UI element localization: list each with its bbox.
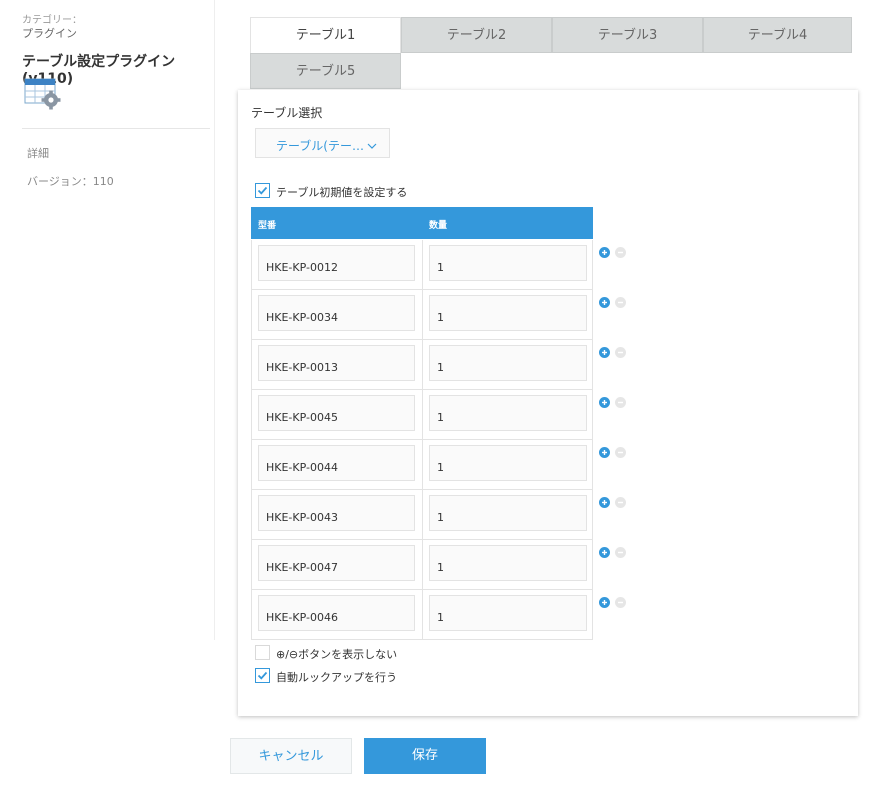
remove-row-icon[interactable] bbox=[615, 447, 626, 458]
init-values-label: テーブル初期値を設定する bbox=[276, 186, 408, 199]
category-label: カテゴリー： bbox=[22, 15, 82, 26]
sidebar-divider bbox=[22, 128, 210, 129]
part-number-input[interactable]: HKE-KP-0044 bbox=[258, 445, 415, 481]
auto-lookup-label: 自動ルックアップを行う bbox=[276, 671, 397, 684]
add-row-icon[interactable] bbox=[599, 347, 610, 358]
quantity-input[interactable]: 1 bbox=[429, 395, 587, 431]
remove-row-icon[interactable] bbox=[615, 547, 626, 558]
quantity-input[interactable]: 1 bbox=[429, 495, 587, 531]
checkbox-checked-icon bbox=[255, 183, 270, 198]
chevron-down-icon bbox=[367, 139, 377, 153]
tab-table3[interactable]: テーブル3 bbox=[552, 17, 703, 53]
version-label: バージョン：110 bbox=[27, 175, 114, 188]
tab-table5[interactable]: テーブル5 bbox=[250, 53, 401, 89]
cancel-button[interactable]: キャンセル bbox=[230, 738, 352, 774]
tab-table4[interactable]: テーブル4 bbox=[703, 17, 852, 53]
part-number-input[interactable]: HKE-KP-0012 bbox=[258, 245, 415, 281]
cell-divider bbox=[422, 540, 423, 589]
quantity-input[interactable]: 1 bbox=[429, 595, 587, 631]
remove-row-icon[interactable] bbox=[615, 247, 626, 258]
cell-divider bbox=[422, 390, 423, 439]
part-number-input[interactable]: HKE-KP-0046 bbox=[258, 595, 415, 631]
table-select-value: テーブル(テー… bbox=[276, 139, 364, 153]
quantity-input[interactable]: 1 bbox=[429, 245, 587, 281]
table-select-dropdown[interactable]: テーブル(テー… bbox=[255, 128, 390, 158]
table-select-title: テーブル選択 bbox=[251, 106, 323, 120]
add-row-icon[interactable] bbox=[599, 297, 610, 308]
category-value: プラグイン bbox=[22, 27, 77, 40]
checkbox-checked-icon bbox=[255, 668, 270, 683]
part-number-input[interactable]: HKE-KP-0013 bbox=[258, 345, 415, 381]
checkbox-unchecked-icon bbox=[255, 645, 270, 660]
add-row-icon[interactable] bbox=[599, 497, 610, 508]
add-row-icon[interactable] bbox=[599, 397, 610, 408]
table-gear-icon bbox=[24, 78, 62, 110]
table-row: HKE-KP-0047 1 bbox=[251, 540, 593, 590]
part-number-input[interactable]: HKE-KP-0043 bbox=[258, 495, 415, 531]
cell-divider bbox=[422, 240, 423, 289]
part-number-input[interactable]: HKE-KP-0045 bbox=[258, 395, 415, 431]
table-row: HKE-KP-0043 1 bbox=[251, 490, 593, 540]
hide-buttons-label: ⊕/⊖ボタンを表示しない bbox=[276, 648, 398, 661]
remove-row-icon[interactable] bbox=[615, 397, 626, 408]
part-number-input[interactable]: HKE-KP-0034 bbox=[258, 295, 415, 331]
table-header: 型番 数量 bbox=[251, 207, 593, 239]
cell-divider bbox=[422, 340, 423, 389]
cell-divider bbox=[422, 290, 423, 339]
tab-table2[interactable]: テーブル2 bbox=[401, 17, 552, 53]
settings-panel: テーブル選択 テーブル(テー… テーブル初期値を設定する 型番 数量 HKE-K… bbox=[238, 90, 858, 716]
quantity-input[interactable]: 1 bbox=[429, 345, 587, 381]
table-row: HKE-KP-0034 1 bbox=[251, 290, 593, 340]
part-number-input[interactable]: HKE-KP-0047 bbox=[258, 545, 415, 581]
add-row-icon[interactable] bbox=[599, 597, 610, 608]
tab-table1[interactable]: テーブル1 bbox=[250, 17, 401, 53]
table-row: HKE-KP-0045 1 bbox=[251, 390, 593, 440]
table-row: HKE-KP-0046 1 bbox=[251, 590, 593, 640]
add-row-icon[interactable] bbox=[599, 447, 610, 458]
detail-link[interactable]: 詳細 bbox=[27, 145, 49, 161]
add-row-icon[interactable] bbox=[599, 547, 610, 558]
table-row: HKE-KP-0012 1 bbox=[251, 240, 593, 290]
quantity-input[interactable]: 1 bbox=[429, 295, 587, 331]
cell-divider bbox=[422, 590, 423, 639]
quantity-input[interactable]: 1 bbox=[429, 445, 587, 481]
header-part-number: 型番 bbox=[258, 221, 277, 231]
remove-row-icon[interactable] bbox=[615, 297, 626, 308]
save-button[interactable]: 保存 bbox=[364, 738, 486, 774]
cell-divider bbox=[422, 440, 423, 489]
remove-row-icon[interactable] bbox=[615, 597, 626, 608]
remove-row-icon[interactable] bbox=[615, 497, 626, 508]
remove-row-icon[interactable] bbox=[615, 347, 626, 358]
header-quantity: 数量 bbox=[429, 221, 448, 231]
cell-divider bbox=[422, 490, 423, 539]
add-row-icon[interactable] bbox=[599, 247, 610, 258]
table-row: HKE-KP-0044 1 bbox=[251, 440, 593, 490]
plugin-sidebar: カテゴリー： プラグイン テーブル設定プラグイン(v110) 詳細 バージ bbox=[0, 0, 215, 640]
table-row: HKE-KP-0013 1 bbox=[251, 340, 593, 390]
quantity-input[interactable]: 1 bbox=[429, 545, 587, 581]
